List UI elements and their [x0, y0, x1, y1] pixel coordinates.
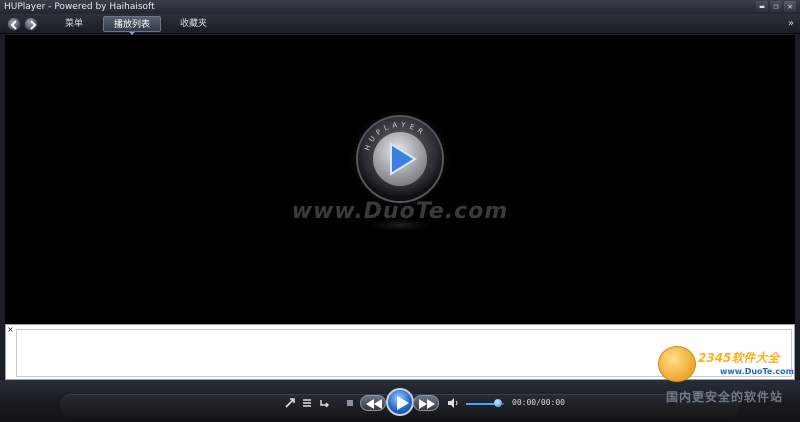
repeat-icon[interactable]	[318, 397, 332, 409]
fast-forward-button[interactable]	[413, 395, 439, 411]
stop-icon[interactable]	[343, 397, 357, 409]
forward-arrow-icon[interactable]	[24, 17, 38, 31]
logo-reflection	[370, 219, 430, 231]
window-title: HUPlayer - Powered by Haihaisoft	[4, 2, 155, 12]
tab-playlist[interactable]: 播放列表	[103, 16, 162, 35]
tab-menu[interactable]: 菜单	[55, 16, 93, 32]
close-button[interactable]: ✕	[784, 1, 796, 12]
fullscreen-icon[interactable]	[283, 397, 297, 409]
player-logo[interactable]: HUPLAYER	[358, 117, 442, 201]
volume-slider-handle[interactable]	[494, 399, 502, 407]
play-logo-icon	[390, 142, 417, 176]
corner-watermark: 2345软件大全 www.DuoTe.com 国内更安全的软件站	[656, 340, 800, 422]
play-button[interactable]	[386, 388, 414, 416]
minimize-button[interactable]: ▬	[756, 1, 768, 12]
tab-favorites[interactable]: 收藏夹	[170, 16, 217, 32]
time-display: 00:00/00:00	[512, 398, 565, 407]
title-bar: HUPlayer - Powered by Haihaisoft ▬ ❐ ✕	[0, 0, 800, 14]
window-controls: ▬ ❐ ✕	[756, 1, 796, 12]
video-display[interactable]: HUPLAYER www.DuoTe.com	[5, 35, 795, 324]
rewind-icon	[366, 399, 382, 409]
volume-icon[interactable]	[446, 397, 460, 409]
rewind-button[interactable]	[360, 395, 386, 411]
watermark-brand: 2345软件大全	[698, 351, 780, 365]
back-arrow-icon[interactable]	[7, 17, 21, 31]
mascot-icon	[658, 346, 696, 382]
fast-forward-icon	[419, 399, 435, 409]
play-icon	[397, 396, 409, 410]
panel-close-icon[interactable]: ×	[7, 325, 14, 334]
more-chevron-icon[interactable]: »	[788, 18, 794, 29]
watermark-url: www.DuoTe.com	[720, 367, 794, 376]
nav-bar: 菜单 播放列表 收藏夹 »	[0, 14, 800, 35]
maximize-button[interactable]: ❐	[770, 1, 782, 12]
playlist-toggle-icon[interactable]	[300, 397, 314, 409]
watermark-slogan: 国内更安全的软件站	[666, 390, 784, 404]
